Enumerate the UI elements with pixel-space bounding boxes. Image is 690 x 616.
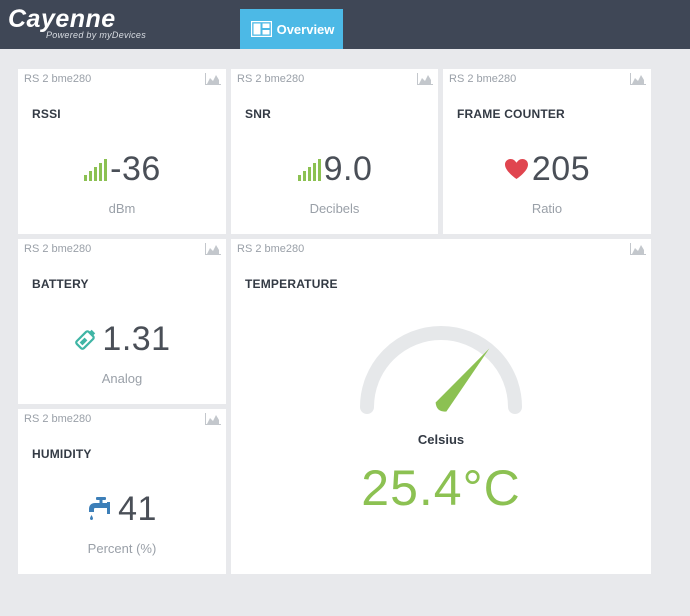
tab-overview-label: Overview	[276, 21, 335, 37]
gauge-unit-label: Celsius	[417, 432, 465, 447]
value-row: -36	[18, 149, 226, 189]
top-bar: Cayenne Powered by myDevices Overview	[0, 0, 690, 49]
widget-title: FRAME COUNTER	[457, 107, 565, 121]
value-row: 1.31	[18, 319, 226, 359]
signal-bars-icon	[297, 159, 321, 181]
battery-widget[interactable]: RS 2 bme280 BATTERY 1.31 Analog	[18, 239, 226, 404]
widget-title: RSSI	[32, 107, 61, 121]
widget-title: BATTERY	[32, 277, 89, 291]
widget-header: RS 2 bme280	[231, 69, 438, 89]
widget-value: 205	[531, 149, 591, 188]
widget-header: RS 2 bme280	[231, 239, 651, 259]
value-row: 205	[443, 149, 651, 189]
device-label: RS 2 bme280	[237, 73, 305, 85]
widget-unit: Analog	[101, 371, 143, 386]
widget-header: RS 2 bme280	[18, 409, 226, 429]
chart-icon[interactable]	[205, 413, 221, 425]
device-label: RS 2 bme280	[449, 73, 517, 85]
heart-icon	[504, 159, 528, 179]
value-row: 41	[18, 489, 226, 529]
battery-icon	[75, 329, 96, 350]
device-label: RS 2 bme280	[237, 243, 305, 255]
snr-widget[interactable]: RS 2 bme280 SNR 9.0 Decibels	[231, 69, 438, 234]
temperature-value: 25.4°C	[361, 460, 521, 516]
tab-overview[interactable]: Overview	[240, 9, 343, 49]
widget-unit: Ratio	[531, 201, 563, 216]
widget-header: RS 2 bme280	[18, 239, 226, 259]
value-row: 9.0	[231, 149, 438, 189]
temperature-gauge	[358, 319, 524, 414]
widget-value: 41	[118, 489, 157, 528]
signal-bars-icon	[84, 159, 108, 181]
brand-logo[interactable]: Cayenne Powered by myDevices	[8, 5, 146, 40]
widget-header: RS 2 bme280	[18, 69, 226, 89]
widget-value: 1.31	[102, 319, 171, 358]
widget-title: HUMIDITY	[32, 447, 92, 461]
frame-counter-widget[interactable]: RS 2 bme280 FRAME COUNTER 205 Ratio	[443, 69, 651, 234]
widget-header: RS 2 bme280	[443, 69, 651, 89]
rssi-widget[interactable]: RS 2 bme280 RSSI -36 dBm	[18, 69, 226, 234]
chart-icon[interactable]	[205, 73, 221, 85]
widget-unit: Percent (%)	[87, 541, 157, 556]
chart-icon[interactable]	[417, 73, 433, 85]
chart-icon[interactable]	[630, 243, 646, 255]
faucet-icon	[89, 497, 111, 520]
device-label: RS 2 bme280	[24, 413, 92, 425]
gauge-track	[360, 326, 522, 414]
dashboard-layout-icon	[250, 21, 272, 37]
device-label: RS 2 bme280	[24, 73, 92, 85]
widget-value: -36	[110, 149, 161, 188]
gauge-needle	[435, 348, 490, 412]
widget-unit: Decibels	[309, 201, 360, 216]
temperature-widget[interactable]: RS 2 bme280 TEMPERATURE Celsius 25.4°C	[231, 239, 651, 574]
widget-value: 9.0	[323, 149, 373, 188]
widget-title: SNR	[245, 107, 271, 121]
chart-icon[interactable]	[630, 73, 646, 85]
humidity-widget[interactable]: RS 2 bme280 HUMIDITY 41 Percent (%)	[18, 409, 226, 574]
device-label: RS 2 bme280	[24, 243, 92, 255]
widget-unit: dBm	[108, 201, 136, 216]
brand-name: Cayenne	[8, 5, 116, 33]
widget-title: TEMPERATURE	[245, 277, 338, 291]
brand-tagline: Powered by myDevices	[46, 30, 147, 40]
chart-icon[interactable]	[205, 243, 221, 255]
